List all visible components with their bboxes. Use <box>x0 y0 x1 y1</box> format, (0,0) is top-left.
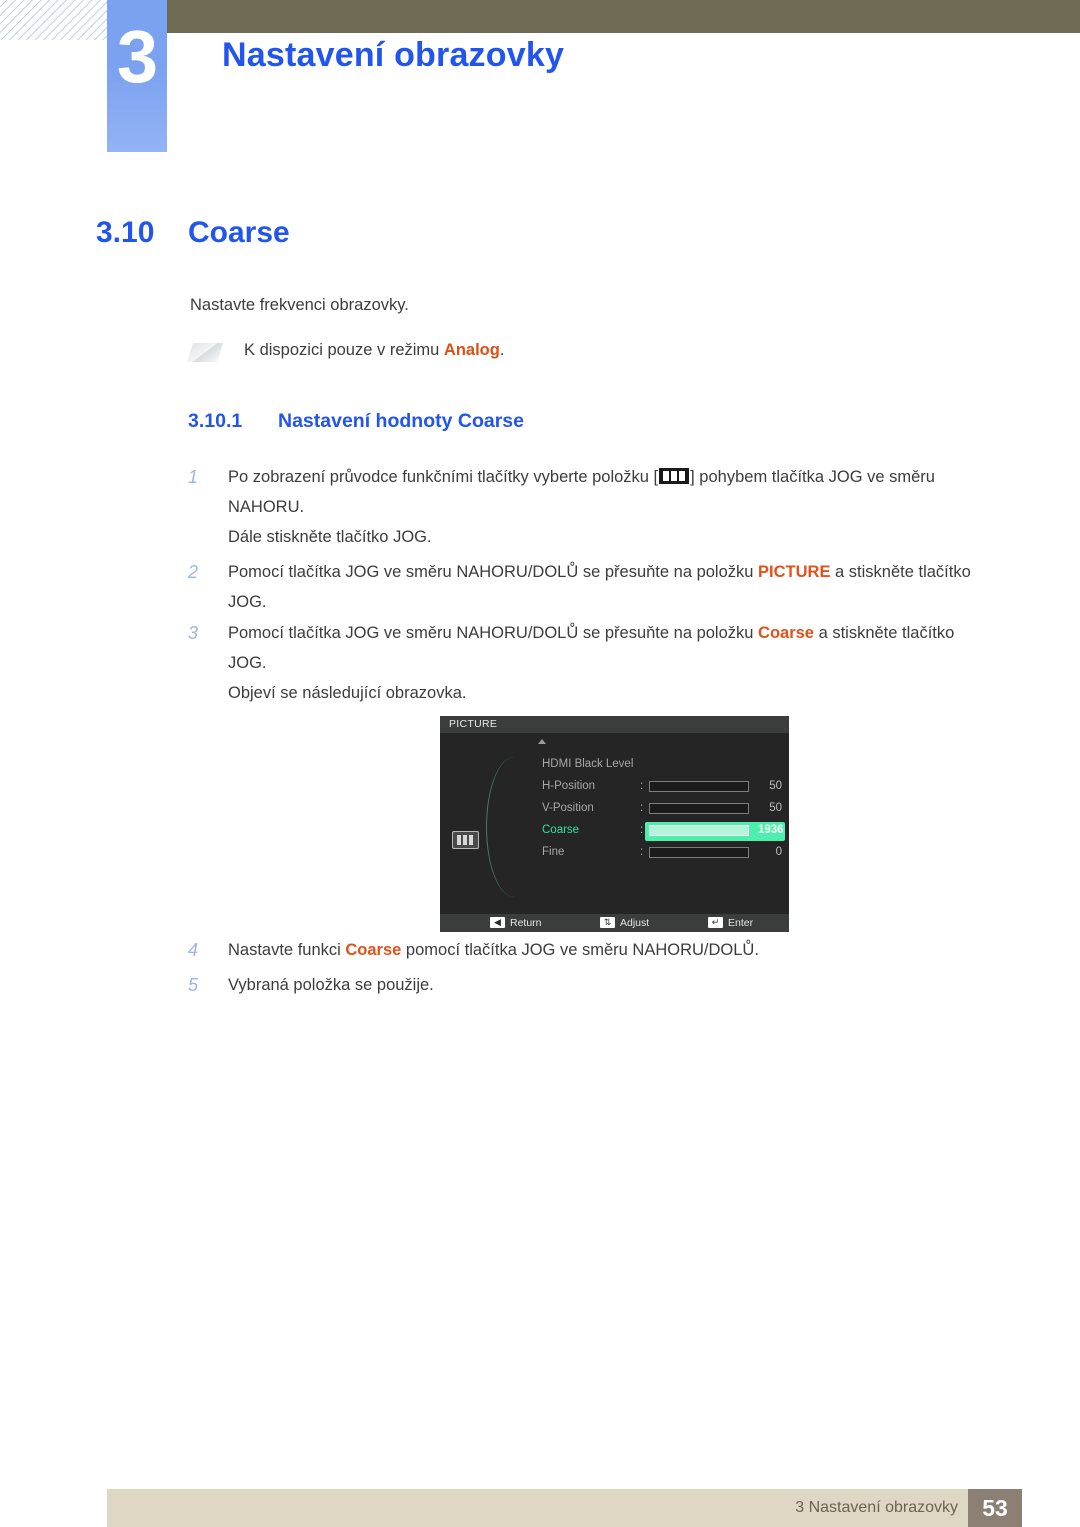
step-1-extra: Dále stiskněte tlačítko JOG. <box>188 522 988 552</box>
step-number: 2 <box>188 562 199 582</box>
chapter-number: 3 <box>116 15 158 98</box>
footer-chapter-label: 3 Nastavení obrazovky <box>795 1499 958 1516</box>
step-extra-text: Objeví se následující obrazovka. <box>228 684 467 702</box>
osd-colon: : <box>640 802 644 814</box>
step-number: 4 <box>188 940 199 960</box>
step-number: 5 <box>188 975 199 995</box>
section-number: 3.10 <box>96 216 155 249</box>
section-heading: 3.10 Coarse <box>96 216 290 250</box>
osd-stage: HDMI Black Level H-Position : 50 V-Posit… <box>440 733 789 914</box>
note-text-tail: . <box>499 341 505 359</box>
step-1: 1 Po zobrazení průvodce funkčními tlačít… <box>188 462 988 522</box>
step-text-pre: Po zobrazení průvodce funkčními tlačítky… <box>228 468 659 486</box>
osd-row-label: HDMI Black Level <box>542 758 634 770</box>
step-body: Pomocí tlačítka JOG ve směru NAHORU/DOLŮ… <box>228 557 988 617</box>
note-text-lead: K dispozici pouze v režimu <box>244 341 444 359</box>
osd-slider[interactable] <box>649 803 749 814</box>
step-number: 1 <box>188 467 199 487</box>
step-text-pre: Vybraná položka se použije. <box>228 976 434 994</box>
osd-row-v-position[interactable]: V-Position : 50 <box>440 799 789 820</box>
step-3: 3 Pomocí tlačítka JOG ve směru NAHORU/DO… <box>188 618 988 678</box>
step-text-pre: Nastavte funkci <box>228 941 346 959</box>
osd-footer-label: Enter <box>728 917 754 929</box>
step-body: Po zobrazení průvodce funkčními tlačítky… <box>228 462 988 522</box>
jog-picture-icon <box>659 468 690 484</box>
osd-colon: : <box>640 824 644 836</box>
chapter-title: Nastavení obrazovky <box>222 36 565 74</box>
step-2: 2 Pomocí tlačítka JOG ve směru NAHORU/DO… <box>188 557 988 617</box>
osd-slider[interactable] <box>649 825 749 836</box>
osd-row-value: 0 <box>775 846 782 858</box>
osd-slider[interactable] <box>649 781 749 792</box>
note-text: K dispozici pouze v režimu Analog. <box>244 341 504 360</box>
footer-page-number: 53 <box>968 1489 1022 1527</box>
osd-row-label: Fine <box>542 846 565 858</box>
note-icon <box>186 343 224 362</box>
subsection-number: 3.10.1 <box>188 410 243 432</box>
osd-footer-label: Adjust <box>620 917 650 929</box>
step-4: 4 Nastavte funkci Coarse pomocí tlačítka… <box>188 935 988 965</box>
decorative-hatch-pattern <box>0 0 112 40</box>
step-body: Vybraná položka se použije. <box>228 970 988 1000</box>
section-intro-text: Nastavte frekvenci obrazovky. <box>190 296 409 314</box>
osd-screenshot: PICTURE HDMI Black Level H-Position : 50… <box>440 716 789 932</box>
osd-slider[interactable] <box>649 847 749 858</box>
step-text-pre: Pomocí tlačítka JOG ve směru NAHORU/DOLŮ… <box>228 624 759 642</box>
step-3-extra: Objeví se následující obrazovka. <box>188 678 988 708</box>
step-number: 3 <box>188 623 199 643</box>
osd-colon: : <box>640 846 644 858</box>
enter-arrow-icon: ↵ <box>708 917 723 928</box>
osd-row-h-position[interactable]: H-Position : 50 <box>440 777 789 798</box>
osd-footer-return[interactable]: ◀ Return <box>490 914 542 932</box>
header-olive-bar <box>150 0 1080 33</box>
osd-title: PICTURE <box>440 716 789 733</box>
step-text-pre: Pomocí tlačítka JOG ve směru NAHORU/DOLŮ… <box>228 563 759 581</box>
osd-row-label: H-Position <box>542 780 596 792</box>
osd-row-label: Coarse <box>542 824 580 836</box>
left-arrow-icon: ◀ <box>490 917 505 928</box>
osd-footer-label: Return <box>510 917 542 929</box>
subsection-title: Nastavení hodnoty Coarse <box>278 410 524 432</box>
step-highlight: PICTURE <box>758 563 831 581</box>
section-title: Coarse <box>188 216 290 249</box>
step-body: Pomocí tlačítka JOG ve směru NAHORU/DOLŮ… <box>228 618 988 678</box>
osd-row-fine[interactable]: Fine : 0 <box>440 843 789 864</box>
step-highlight: Coarse <box>758 624 814 642</box>
osd-row-value: 50 <box>769 802 782 814</box>
osd-row-value: 1936 <box>758 824 784 836</box>
osd-footer-enter[interactable]: ↵ Enter <box>708 914 753 932</box>
osd-footer: ◀ Return ⇅ Adjust ↵ Enter <box>440 914 789 932</box>
osd-colon: : <box>640 780 644 792</box>
step-5: 5 Vybraná položka se použije. <box>188 970 988 1000</box>
scroll-up-arrow-icon <box>538 739 546 744</box>
step-text-post: pomocí tlačítka JOG ve směru NAHORU/DOLŮ… <box>401 941 759 959</box>
osd-row-coarse[interactable]: Coarse : 1936 <box>440 821 789 842</box>
osd-footer-adjust[interactable]: ⇅ Adjust <box>600 914 649 932</box>
osd-row-value: 50 <box>769 780 782 792</box>
osd-row-label: V-Position <box>542 802 594 814</box>
step-extra-text: Dále stiskněte tlačítko JOG. <box>228 528 432 546</box>
osd-row-hdmi-black-level[interactable]: HDMI Black Level <box>440 755 789 776</box>
up-down-arrow-icon: ⇅ <box>600 917 615 928</box>
step-highlight: Coarse <box>345 941 402 959</box>
note-highlight: Analog <box>443 341 500 359</box>
step-body: Nastavte funkci Coarse pomocí tlačítka J… <box>228 935 988 965</box>
subsection-heading: 3.10.1 Nastavení hodnoty Coarse <box>188 410 524 433</box>
